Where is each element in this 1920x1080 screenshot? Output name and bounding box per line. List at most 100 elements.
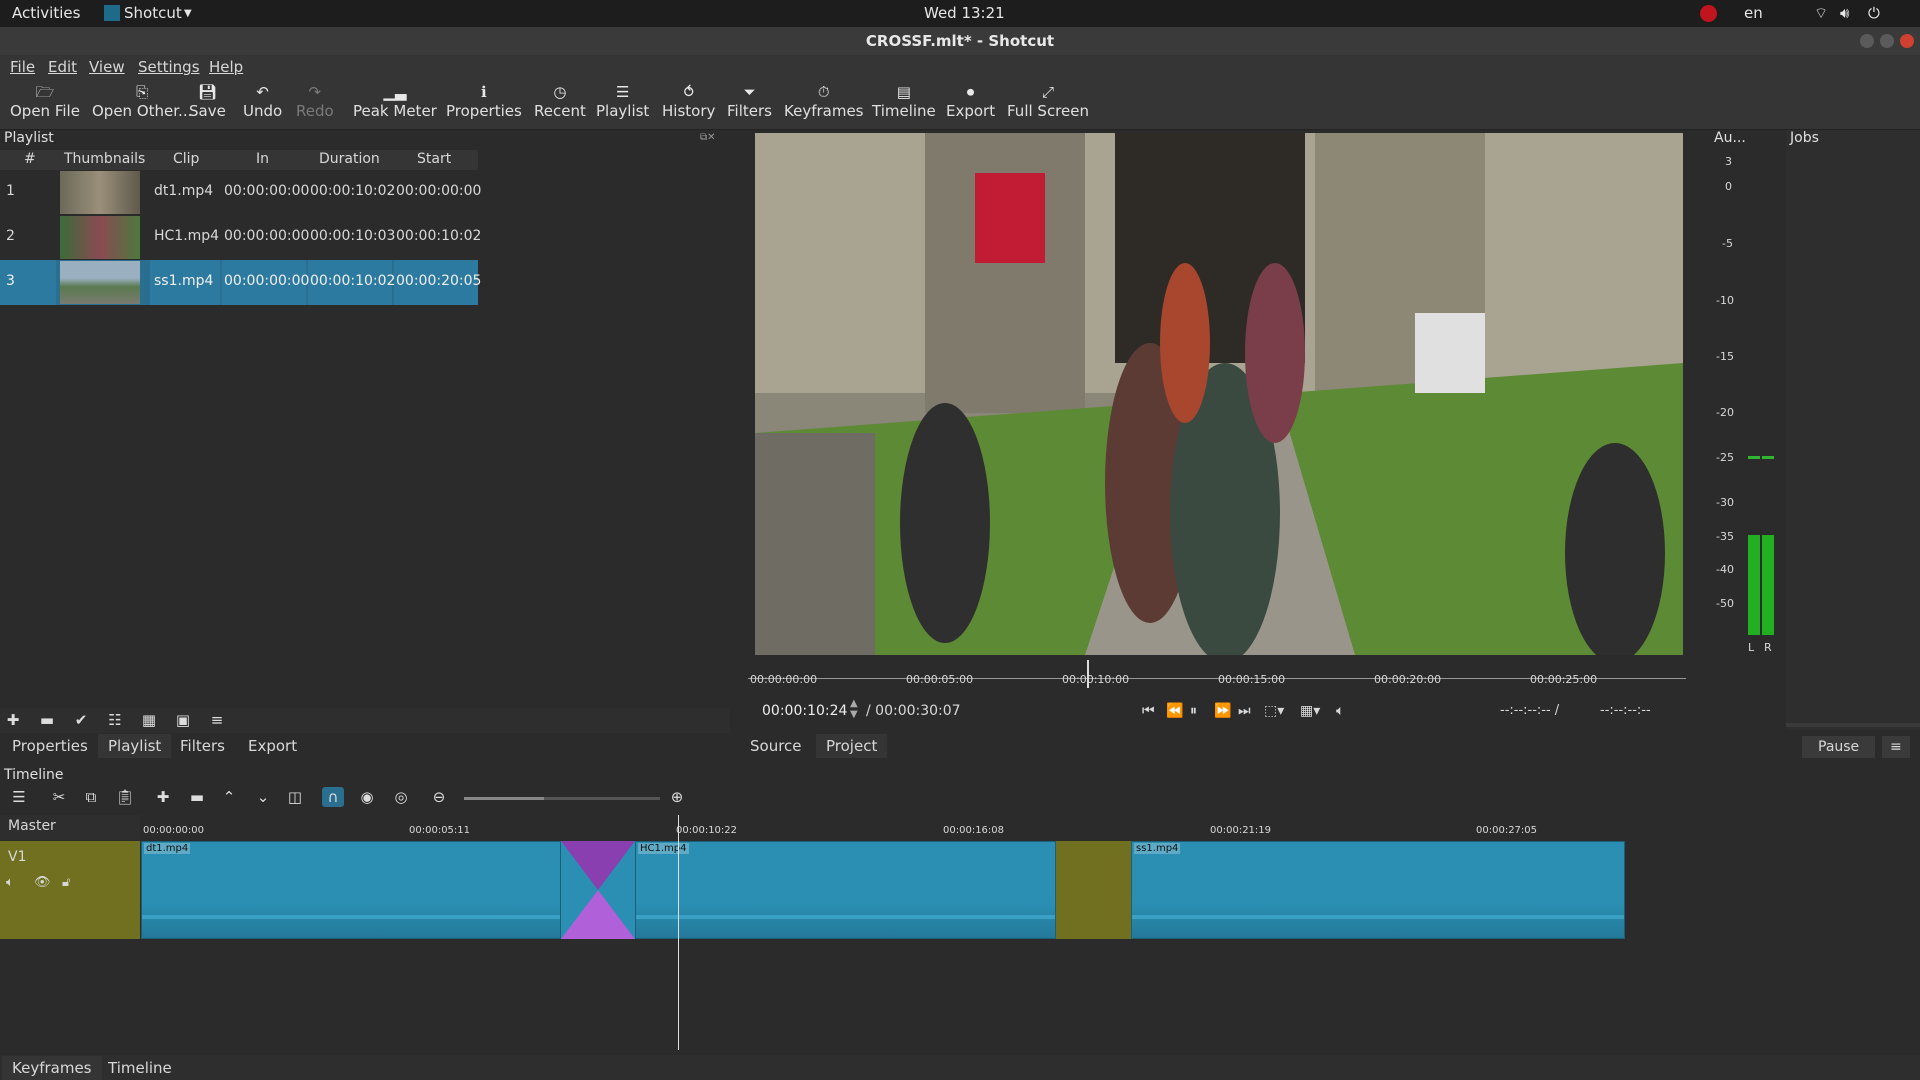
overwrite-icon[interactable]: ⌄: [252, 787, 274, 807]
timeline-ruler[interactable]: 00:00:00:00 00:00:05:11 00:00:10:22 00:0…: [141, 815, 1625, 840]
zoom-out-icon[interactable]: ⊖: [428, 787, 450, 807]
menu-edit[interactable]: Edit: [48, 58, 77, 76]
split-icon[interactable]: ◫: [284, 787, 306, 807]
column-thumbnails[interactable]: Thumbnails: [64, 151, 145, 167]
timeline-menu-icon[interactable]: ☰: [8, 787, 30, 807]
menu-settings[interactable]: Settings: [138, 58, 200, 76]
app-menu-button[interactable]: Shotcut: [124, 4, 182, 22]
close-icon[interactable]: [1900, 34, 1914, 48]
menu-help[interactable]: Help: [209, 58, 243, 76]
skip-previous-icon[interactable]: ⏮: [1142, 703, 1155, 719]
timeline-clip[interactable]: HC1.mp4: [635, 841, 1056, 939]
tab-playlist[interactable]: Playlist: [98, 734, 172, 758]
jobs-scrollbar[interactable]: [1786, 723, 1920, 727]
activities-button[interactable]: Activities: [12, 4, 80, 22]
playlist-button[interactable]: ☰ Playlist: [596, 82, 649, 120]
lock-icon[interactable]: 🔓︎: [62, 875, 70, 890]
properties-button[interactable]: ℹ Properties: [446, 82, 522, 120]
playhead-marker[interactable]: [1087, 660, 1089, 688]
ripple-delete-icon[interactable]: ▬: [186, 787, 208, 807]
column-number[interactable]: #: [24, 151, 36, 167]
save-button[interactable]: 💾︎ Save: [189, 82, 226, 120]
lift-icon[interactable]: ⌃: [218, 787, 240, 807]
scrub-icon[interactable]: ◉: [356, 787, 378, 807]
tab-keyframes[interactable]: Keyframes: [2, 1056, 102, 1080]
playlist-row[interactable]: 1 dt1.mp4 00:00:00:00 00:00:10:02 00:00:…: [0, 170, 481, 215]
zoom-in-icon[interactable]: ⊕: [666, 787, 688, 807]
clock[interactable]: Wed 13:21: [924, 4, 1005, 22]
cut-icon[interactable]: ✂: [48, 787, 70, 807]
menu-view[interactable]: View: [89, 58, 125, 76]
ripple-icon[interactable]: ◎: [390, 787, 412, 807]
language-indicator[interactable]: en: [1744, 4, 1763, 22]
icons-view-icon[interactable]: ▣: [172, 710, 194, 730]
fast-forward-icon[interactable]: ⏩: [1214, 703, 1231, 719]
timeline-clip[interactable]: dt1.mp4: [141, 841, 561, 939]
wifi-icon[interactable]: ⌔: [1814, 4, 1828, 23]
jobs-menu-icon[interactable]: ≡: [1882, 736, 1910, 758]
tab-filters[interactable]: Filters: [170, 734, 235, 758]
minimize-icon[interactable]: [1860, 34, 1874, 48]
paste-icon[interactable]: 📋︎: [114, 787, 136, 807]
timeline-button[interactable]: ▤ Timeline: [872, 82, 936, 120]
video-preview[interactable]: [755, 133, 1683, 655]
playlist-row-selected[interactable]: 3 ss1.mp4 00:00:00:00 00:00:10:02 00:00:…: [0, 260, 481, 305]
panel-float-icon[interactable]: ⧉✕: [700, 132, 716, 143]
playlist-row[interactable]: 2 HC1.mp4 00:00:00:00 00:00:10:03 00:00:…: [0, 215, 481, 260]
column-start[interactable]: Start: [417, 151, 451, 167]
timeline-gap[interactable]: [1056, 841, 1131, 939]
v1-track-header[interactable]: V1 🔈︎ 👁︎ 🔓︎: [0, 841, 140, 939]
full-screen-button[interactable]: ⤢ Full Screen: [1007, 82, 1089, 120]
redo-button[interactable]: ↷ Redo: [296, 82, 334, 120]
volume-icon[interactable]: 🔈︎: [1336, 703, 1344, 719]
tab-source[interactable]: Source: [740, 734, 812, 758]
column-in[interactable]: In: [256, 151, 269, 167]
timeline-playhead[interactable]: [678, 815, 679, 1050]
recent-button[interactable]: ◷ Recent: [534, 82, 586, 120]
tab-project[interactable]: Project: [816, 734, 888, 758]
details-view-icon[interactable]: ☷: [104, 710, 126, 730]
export-button[interactable]: ⏺ Export: [946, 82, 995, 120]
mute-icon[interactable]: 🔈︎: [6, 875, 14, 890]
append-icon[interactable]: ✚: [152, 787, 174, 807]
pause-icon[interactable]: ⏸: [1190, 703, 1197, 719]
peak-meter-button[interactable]: ▁▃ Peak Meter: [353, 82, 437, 120]
history-button[interactable]: ⥀ History: [662, 82, 715, 120]
playlist-menu-icon[interactable]: ≡: [206, 710, 228, 730]
open-file-button[interactable]: 🗁︎ Open File: [10, 82, 80, 120]
master-track-header[interactable]: Master: [0, 815, 140, 840]
skip-next-icon[interactable]: ⏭: [1238, 703, 1251, 719]
open-other-button[interactable]: ⎘ Open Other...: [92, 82, 192, 120]
pause-jobs-button[interactable]: Pause: [1802, 736, 1876, 758]
tab-export[interactable]: Export: [238, 734, 307, 758]
column-duration[interactable]: Duration: [319, 151, 380, 167]
add-icon[interactable]: ✚: [2, 710, 24, 730]
transition-crossfade[interactable]: [561, 841, 635, 939]
tab-properties[interactable]: Properties: [2, 734, 98, 758]
rewind-icon[interactable]: ⏪: [1166, 703, 1183, 719]
power-icon[interactable]: ⏻: [1868, 4, 1880, 22]
record-indicator-icon[interactable]: [1700, 5, 1717, 22]
snap-icon[interactable]: ∩: [322, 787, 344, 807]
volume-icon[interactable]: 🔊︎: [1840, 4, 1849, 22]
timeline-clip[interactable]: ss1.mp4: [1131, 841, 1625, 939]
in-point-field[interactable]: --:--:--:-- /: [1500, 703, 1559, 718]
undo-button[interactable]: ↶ Undo: [243, 82, 282, 120]
time-spinner-icon[interactable]: ▲ ▼: [850, 698, 858, 720]
toggle-zoom-icon[interactable]: ⬚▾: [1264, 703, 1284, 719]
filters-button[interactable]: ⏷ Filters: [727, 82, 772, 120]
column-clip[interactable]: Clip: [173, 151, 199, 167]
current-time-field[interactable]: 00:00:10:24: [762, 703, 847, 719]
out-point-field[interactable]: --:--:--:--: [1600, 703, 1651, 718]
menu-file[interactable]: File: [10, 58, 35, 76]
copy-icon[interactable]: ⧉: [80, 787, 102, 807]
player-ruler[interactable]: 00:00:00:00 00:00:05:00 00:00:10:00 00:0…: [748, 660, 1686, 690]
tiles-view-icon[interactable]: ▦: [138, 710, 160, 730]
remove-icon[interactable]: ▬: [36, 710, 58, 730]
update-check-icon[interactable]: ✔: [70, 710, 92, 730]
eye-icon[interactable]: 👁︎: [34, 875, 51, 890]
maximize-icon[interactable]: [1880, 34, 1894, 48]
keyframes-button[interactable]: ⏱ Keyframes: [784, 82, 864, 120]
grid-icon[interactable]: ▦▾: [1300, 703, 1320, 719]
tab-timeline[interactable]: Timeline: [98, 1056, 182, 1080]
